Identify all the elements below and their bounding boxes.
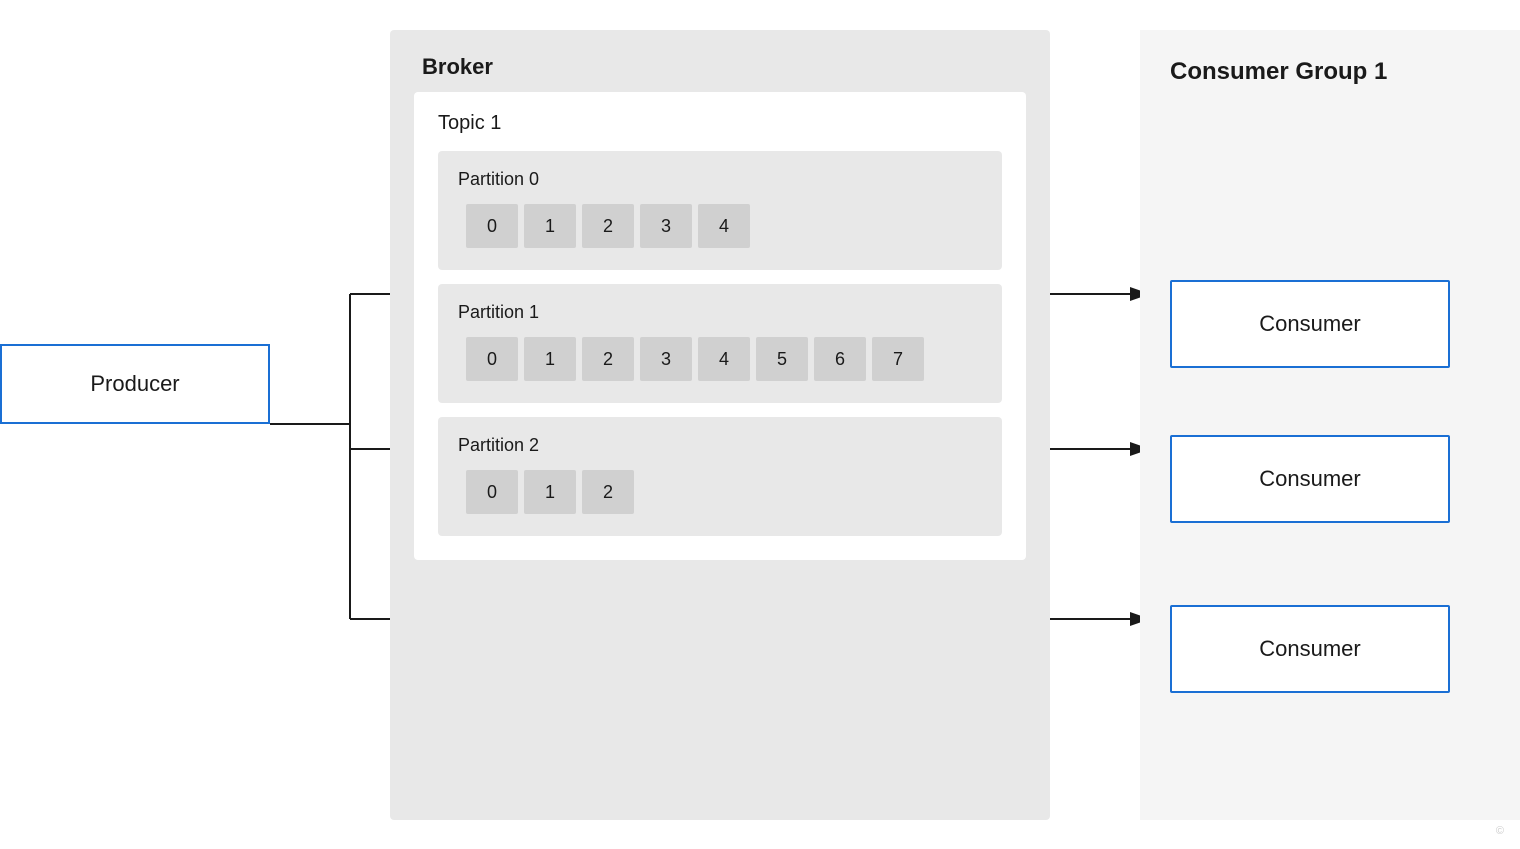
partition-cells-1: 0 1 2 3 4 5 6 7 [466, 337, 924, 381]
cell-1-3: 3 [640, 337, 692, 381]
consumer-box-2: Consumer [1170, 605, 1450, 693]
partition-title-2: Partition 2 [458, 435, 982, 456]
partition-row-0: 0 1 2 3 4 [458, 204, 982, 248]
consumer-wrapper-2: Consumer [1170, 605, 1450, 693]
topic-container: Topic 1 Partition 0 0 1 2 3 4 [414, 92, 1026, 560]
cell-0-4: 4 [698, 204, 750, 248]
cell-0-3: 3 [640, 204, 692, 248]
partition-block-2: Partition 2 0 1 2 [438, 417, 1002, 536]
partition-block-0: Partition 0 0 1 2 3 4 [438, 151, 1002, 270]
cell-2-2: 2 [582, 470, 634, 514]
consumer-label-2: Consumer [1259, 636, 1360, 662]
partition-title-0: Partition 0 [458, 169, 982, 190]
cell-2-1: 1 [524, 470, 576, 514]
consumer-wrapper-0: Consumer [1170, 280, 1450, 368]
producer-label: Producer [90, 371, 179, 397]
consumer-group-section: Consumer Group 1 Consumer Consumer Consu… [1140, 30, 1520, 820]
cell-0-2: 2 [582, 204, 634, 248]
partition-block-1: Partition 1 0 1 2 3 4 5 6 7 [438, 284, 1002, 403]
consumer-wrapper-1: Consumer [1170, 435, 1450, 523]
topic-title: Topic 1 [438, 112, 1002, 135]
cell-0-0: 0 [466, 204, 518, 248]
broker-section: Broker Topic 1 Partition 0 0 1 2 3 4 [390, 30, 1050, 820]
partition-row-1: 0 1 2 3 4 5 6 7 [458, 337, 982, 381]
cell-1-1: 1 [524, 337, 576, 381]
partition-title-1: Partition 1 [458, 302, 982, 323]
cell-1-0: 0 [466, 337, 518, 381]
broker-title: Broker [390, 30, 1050, 92]
cell-1-2: 2 [582, 337, 634, 381]
watermark: © [1496, 825, 1504, 837]
consumer-group-title: Consumer Group 1 [1170, 30, 1490, 106]
cell-1-5: 5 [756, 337, 808, 381]
consumer-label-1: Consumer [1259, 466, 1360, 492]
cell-0-1: 1 [524, 204, 576, 248]
partition-cells-2: 0 1 2 [466, 470, 634, 514]
consumer-label-0: Consumer [1259, 311, 1360, 337]
cell-1-4: 4 [698, 337, 750, 381]
cell-2-0: 0 [466, 470, 518, 514]
cell-1-7: 7 [872, 337, 924, 381]
partition-row-2: 0 1 2 [458, 470, 982, 514]
consumer-box-1: Consumer [1170, 435, 1450, 523]
partition-cells-0: 0 1 2 3 4 [466, 204, 750, 248]
producer-box: Producer [0, 344, 270, 424]
diagram-container: Producer Broker Topic 1 Partition 0 0 1 … [0, 0, 1520, 849]
consumer-box-0: Consumer [1170, 280, 1450, 368]
cell-1-6: 6 [814, 337, 866, 381]
